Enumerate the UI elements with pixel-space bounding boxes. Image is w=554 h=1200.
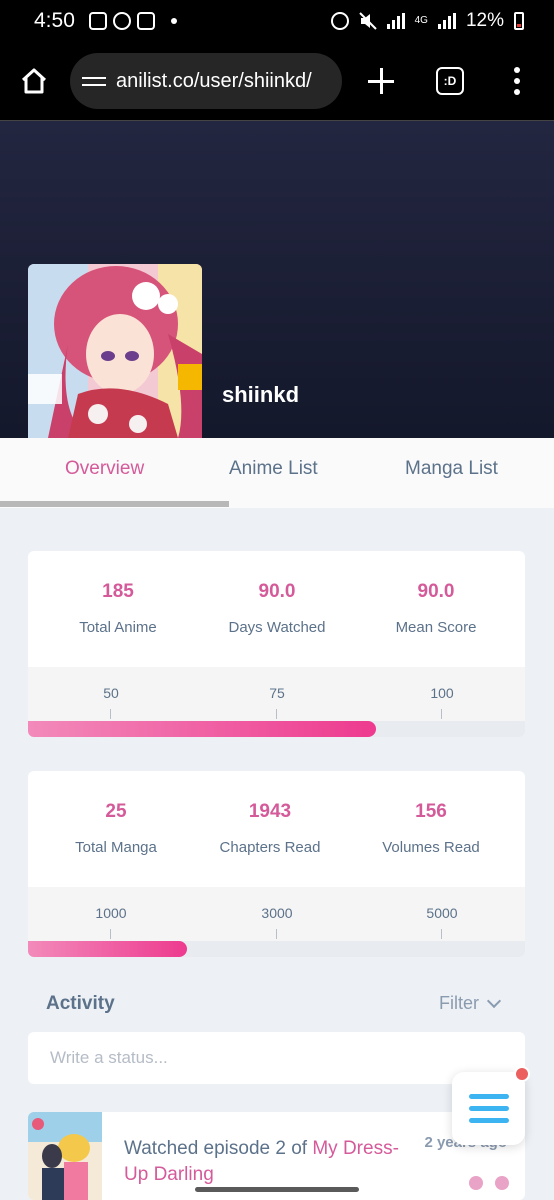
status-input[interactable] [28, 1032, 525, 1084]
gesture-bar[interactable] [195, 1187, 359, 1192]
stat-label: Days Watched [228, 619, 326, 636]
manga-stats-card: 25 Total Manga 1943 Chapters Read 156 Vo… [28, 771, 525, 957]
system-icons: 4G 12% [330, 10, 524, 32]
stat-label: Mean Score [395, 619, 477, 636]
whatsapp-icon [112, 12, 131, 30]
status-time: 4:50 [34, 9, 75, 32]
activity-filter-button[interactable]: Filter [439, 993, 502, 1014]
site-settings-icon[interactable] [82, 76, 106, 86]
activity-heading: Activity [46, 993, 115, 1014]
stat-label: Chapters Read [219, 839, 321, 856]
stat-label: Volumes Read [382, 839, 480, 856]
activity-text: Watched episode 2 of My Dress-Up Darling [124, 1136, 404, 1188]
notification-icons [88, 12, 177, 30]
milestone-tick: 1000 [71, 905, 151, 939]
milestone-tick: 5000 [402, 905, 482, 939]
battery-percent: 12% [465, 10, 504, 31]
instagram-icon [136, 12, 155, 30]
stat-value: 185 [102, 581, 134, 602]
url-bar[interactable]: anilist.co/user/shiinkd/ [70, 53, 342, 109]
manga-progress-fill [28, 941, 188, 957]
browser-toolbar: anilist.co/user/shiinkd/ :D [0, 42, 554, 121]
milestone-tick: 50 [71, 685, 151, 719]
url-text: anilist.co/user/shiinkd/ [116, 69, 312, 92]
media-cover[interactable] [28, 1112, 102, 1200]
gallery-icon [88, 12, 107, 30]
tab-anime-list[interactable]: Anime List [229, 458, 318, 480]
anime-milestone-bar: 50 75 100 [28, 667, 525, 737]
tab-overview[interactable]: Overview [65, 458, 144, 480]
stat-label: Total Anime [79, 619, 157, 636]
stat-value: 90.0 [417, 581, 455, 602]
home-icon[interactable] [14, 61, 54, 101]
tab-manga-list[interactable]: Manga List [405, 458, 498, 480]
signal-icon-2 [437, 13, 456, 29]
manga-stats-row: 25 Total Manga 1943 Chapters Read 156 Vo… [28, 771, 525, 887]
profile-username: shiinkd [222, 382, 300, 407]
stat-value: 156 [415, 801, 447, 822]
milestone-tick: 100 [402, 685, 482, 719]
profile-tabs: Overview Anime List Manga List [0, 438, 554, 508]
avatar[interactable] [28, 264, 202, 438]
signal-icon [386, 13, 405, 29]
tab-switcher-button[interactable]: :D [436, 67, 464, 95]
menu-fab-button[interactable] [452, 1072, 525, 1145]
browser-menu-icon[interactable] [514, 67, 520, 95]
filter-label: Filter [439, 993, 479, 1013]
network-type: 4G [414, 15, 428, 26]
reply-icon[interactable] [469, 1176, 483, 1190]
mute-icon [358, 12, 377, 30]
anime-progress-fill [28, 721, 376, 737]
like-icon[interactable] [495, 1176, 509, 1190]
new-tab-icon[interactable] [364, 64, 398, 98]
manga-milestone-bar: 1000 3000 5000 [28, 887, 525, 957]
active-tab-indicator [0, 501, 229, 507]
anime-stats-card: 185 Total Anime 90.0 Days Watched 90.0 M… [28, 551, 525, 737]
stat-label: Total Manga [75, 839, 157, 856]
stat-value: 25 [105, 801, 127, 822]
alarm-icon [330, 12, 349, 30]
activity-actions [469, 1176, 509, 1190]
status-bar: 4:50 4G 12% [0, 0, 554, 42]
activity-action: Watched episode 2 of [124, 1138, 313, 1159]
milestone-tick: 75 [237, 685, 317, 719]
notification-dot [514, 1066, 530, 1082]
more-notifications-icon [170, 18, 177, 24]
anime-stats-row: 185 Total Anime 90.0 Days Watched 90.0 M… [28, 551, 525, 667]
chevron-down-icon [486, 993, 502, 1008]
stat-value: 90.0 [258, 581, 296, 602]
battery-icon [514, 12, 524, 30]
stat-value: 1943 [248, 801, 292, 822]
milestone-tick: 3000 [237, 905, 317, 939]
